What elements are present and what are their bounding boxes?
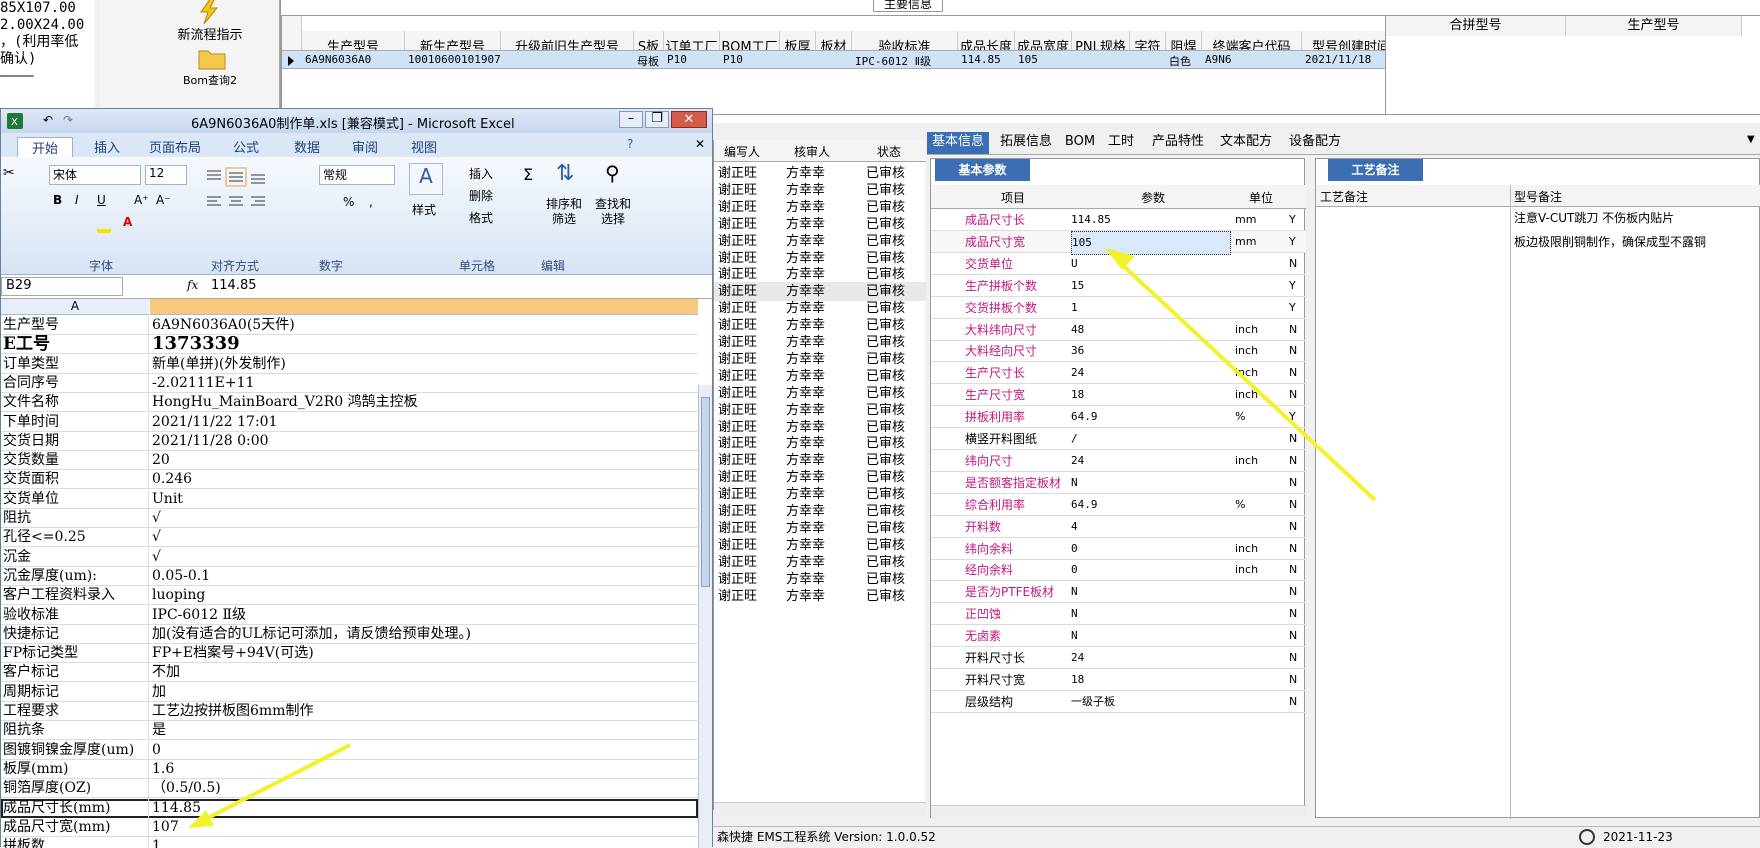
annotation-arrows — [188, 248, 1377, 828]
arrow-line — [1113, 256, 1377, 502]
arrow-line — [199, 743, 351, 824]
arrow-head — [1105, 248, 1135, 270]
arrow-head — [188, 810, 214, 828]
